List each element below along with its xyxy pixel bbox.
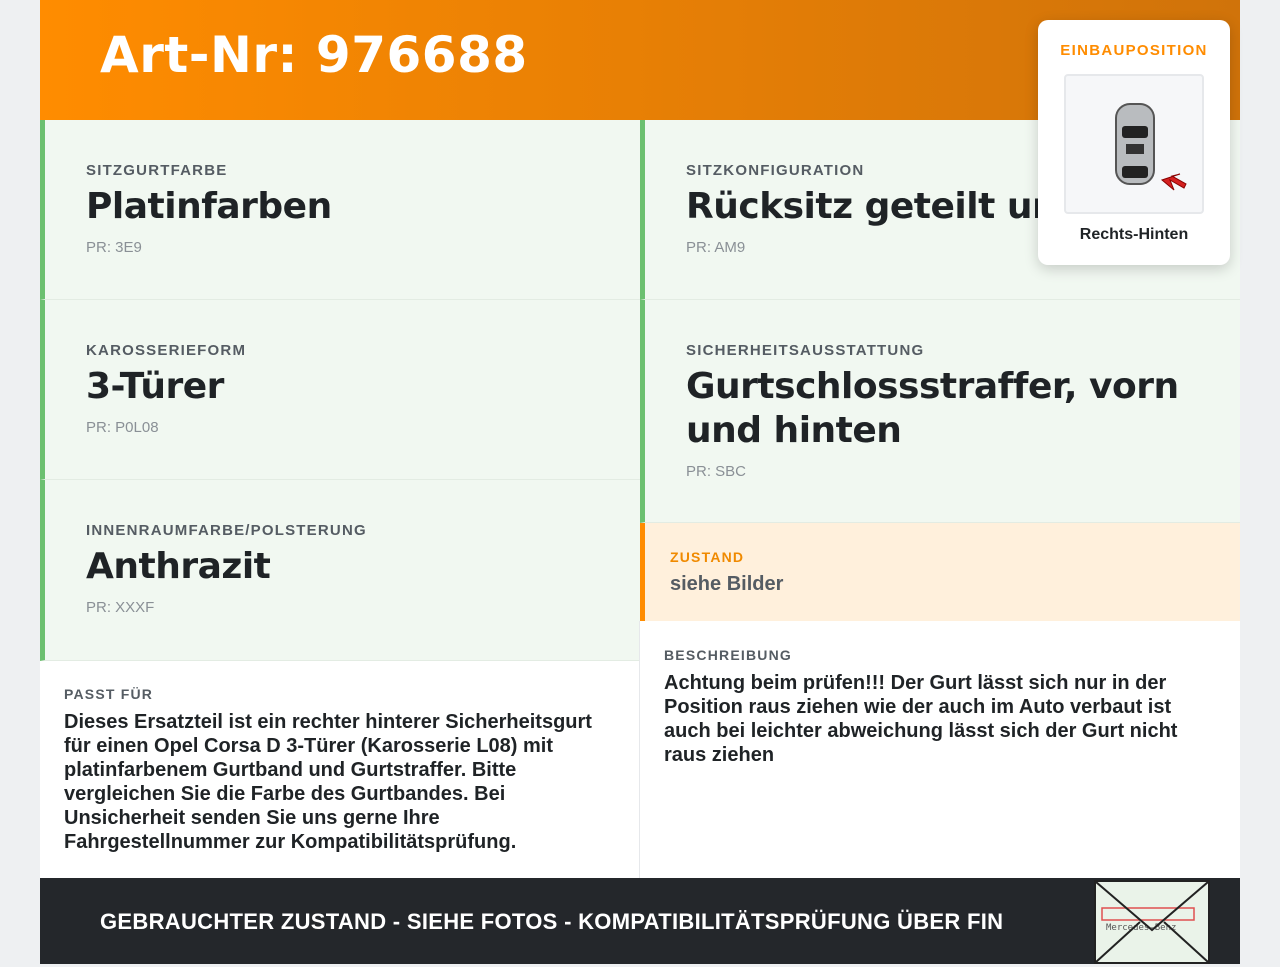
footer-text: GEBRAUCHTER ZUSTAND - SIEHE FOTOS - KOMP… (100, 909, 1004, 934)
compatibility-label: PASST FÜR (64, 686, 154, 702)
attr-pr: PR: 3E9 (86, 239, 142, 256)
attr-value: 3-Türer (86, 366, 224, 407)
attr-interior-color: INNENRAUMFARBE/POLSTERUNG Anthrazit PR: … (40, 480, 640, 661)
condition-label: ZUSTAND (670, 549, 745, 565)
attr-label: SITZGURTFARBE (86, 162, 228, 179)
attr-label: INNENRAUMFARBE/POLSTERUNG (86, 522, 367, 539)
compatibility-section: PASST FÜR Dieses Ersatzteil ist ein rech… (40, 686, 640, 854)
attr-label: SICHERHEITSAUSSTATTUNG (686, 342, 925, 359)
vin-envelope-icon: Mercedes-Benz (1094, 880, 1210, 964)
mounting-position-value: Rechts-Hinten (1079, 226, 1189, 243)
attr-belt-color: SITZGURTFARBE Platinfarben PR: 3E9 (40, 120, 640, 300)
attr-value: Gurtschlossstraffer, vorn und hinten (686, 366, 1179, 451)
attr-safety: SICHERHEITSAUSSTATTUNG Gurtschlossstraff… (640, 300, 1240, 523)
attr-value: Anthrazit (86, 546, 271, 587)
attr-value: Platinfarben (86, 186, 332, 227)
condition-box: ZUSTAND siehe Bilder (640, 523, 1240, 621)
car-position-image (1064, 74, 1204, 214)
footer-banner: GEBRAUCHTER ZUSTAND - SIEHE FOTOS - KOMP… (40, 878, 1240, 964)
attr-body-style: KAROSSERIEFORM 3-Türer PR: P0L08 (40, 300, 640, 480)
condition-value: siehe Bilder (670, 573, 784, 595)
attr-label: KAROSSERIEFORM (86, 342, 247, 359)
description-text: Achtung beim prüfen!!! Der Gurt lässt si… (664, 672, 1178, 766)
description-label: BESCHREIBUNG (664, 647, 792, 663)
attr-pr: PR: SBC (686, 463, 747, 480)
mounting-position-card: EINBAUPOSITION Rechts-Hinten (1038, 20, 1230, 265)
article-number: Art-Nr: 976688 (100, 26, 528, 84)
attr-pr: PR: P0L08 (86, 419, 159, 436)
mounting-position-heading: EINBAUPOSITION (1060, 42, 1208, 59)
car-top-icon (1115, 103, 1187, 191)
compatibility-text: Dieses Ersatzteil ist ein rechter hinter… (64, 711, 592, 853)
attr-pr: PR: XXXF (86, 599, 155, 616)
description-section: BESCHREIBUNG Achtung beim prüfen!!! Der … (640, 647, 1220, 767)
